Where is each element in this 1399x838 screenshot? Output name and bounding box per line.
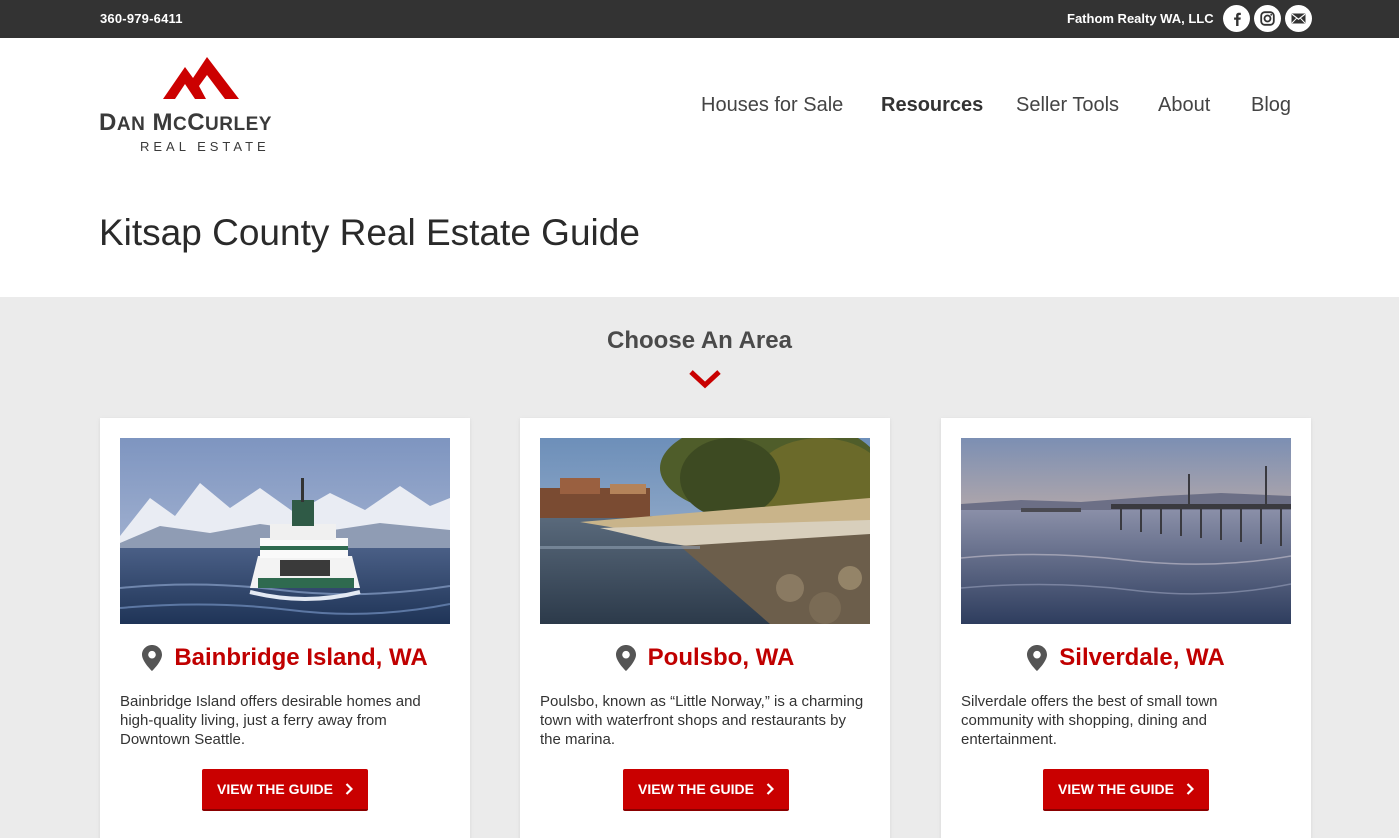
area-name[interactable]: Bainbridge Island, WA [100,644,470,672]
view-guide-button[interactable]: VIEW THE GUIDE [202,769,368,811]
area-card-poulsbo: Poulsbo, WA Poulsbo, known as “Little No… [520,418,890,838]
area-name-label: Silverdale, WA [1059,644,1225,671]
area-description: Bainbridge Island offers desirable homes… [120,693,421,748]
map-pin-icon [615,645,636,671]
area-card-silverdale: Silverdale, WA Silverdale offers the bes… [941,418,1311,838]
area-card-bainbridge: Bainbridge Island, WA Bainbridge Island … [100,418,470,838]
nav-about[interactable]: About [1158,94,1210,117]
site-header: DAN MCCURLEY REAL ESTATE Houses for Sale… [0,38,1399,172]
logo-subtitle: REAL ESTATE [140,139,270,154]
area-name-label: Poulsbo, WA [647,644,795,671]
view-guide-button[interactable]: VIEW THE GUIDE [623,769,789,811]
logo-mountain-icon [163,57,239,99]
site-logo[interactable]: DAN MCCURLEY REAL ESTATE [99,57,304,157]
facebook-icon[interactable] [1223,5,1250,32]
section-title: Choose An Area [607,327,792,354]
area-description: Poulsbo, known as “Little Norway,” is a … [540,693,864,748]
chevron-right-icon [1186,783,1194,795]
pier-photo [961,438,1291,624]
view-guide-button[interactable]: VIEW THE GUIDE [1043,769,1209,811]
instagram-icon[interactable] [1254,5,1281,32]
nav-seller-tools[interactable]: Seller Tools [1016,94,1119,117]
chevron-right-icon [766,783,774,795]
area-description: Silverdale offers the best of small town… [961,693,1218,748]
view-guide-label: VIEW THE GUIDE [217,781,333,797]
logo-name: DAN MCCURLEY [99,109,272,136]
email-icon[interactable] [1285,5,1312,32]
top-bar: 360-979-6411 Fathom Realty WA, LLC [0,0,1399,38]
chevron-right-icon [345,783,353,795]
area-name[interactable]: Silverdale, WA [941,644,1311,672]
area-name[interactable]: Poulsbo, WA [520,644,890,672]
phone-number[interactable]: 360-979-6411 [100,11,183,26]
nav-houses-for-sale[interactable]: Houses for Sale [701,94,843,117]
area-name-label: Bainbridge Island, WA [174,644,428,671]
nav-resources[interactable]: Resources [881,94,983,117]
chevron-down-icon [689,370,721,389]
view-guide-label: VIEW THE GUIDE [1058,781,1174,797]
page-title-band: Kitsap County Real Estate Guide [0,172,1399,297]
page-title: Kitsap County Real Estate Guide [99,212,640,253]
map-pin-icon [1027,645,1048,671]
company-name: Fathom Realty WA, LLC [1067,11,1214,26]
map-pin-icon [142,645,163,671]
ferry-photo [120,438,450,624]
waterfront-photo [540,438,870,624]
nav-blog[interactable]: Blog [1251,94,1291,117]
view-guide-label: VIEW THE GUIDE [638,781,754,797]
